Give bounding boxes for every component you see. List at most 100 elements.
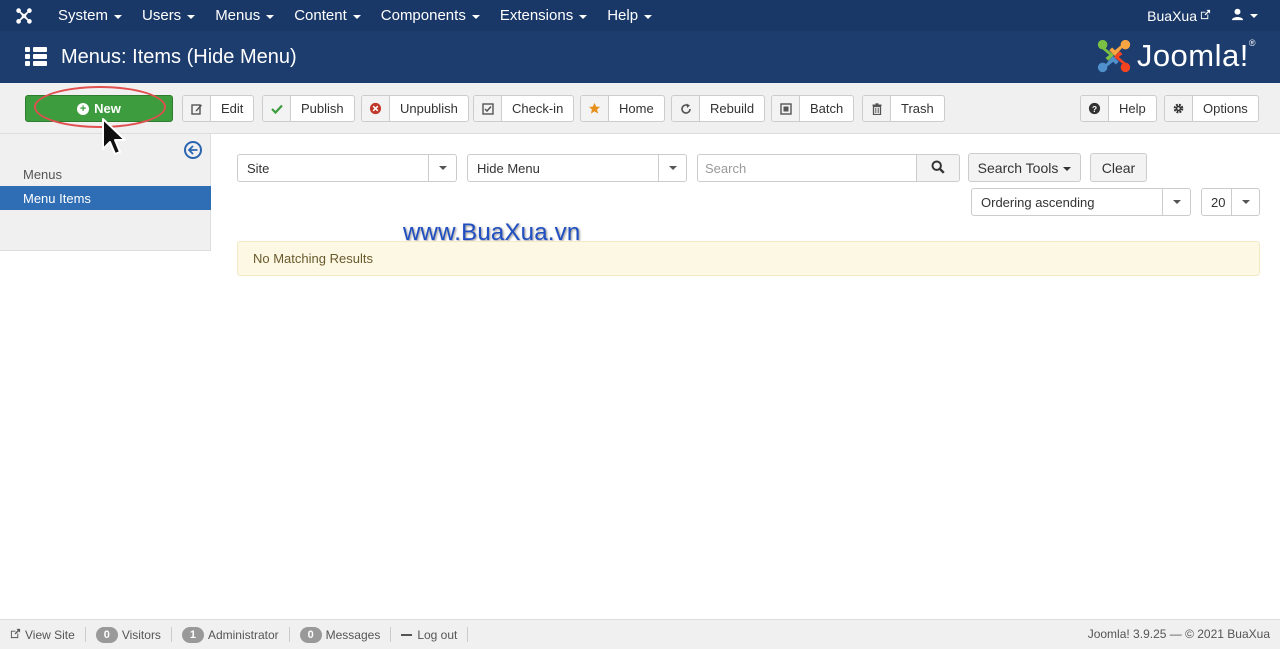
sidebar-item-menus[interactable]: Menus bbox=[0, 162, 211, 186]
search-tools-button[interactable]: Search Tools bbox=[968, 153, 1081, 182]
options-button[interactable]: Options bbox=[1164, 95, 1259, 122]
site-link[interactable]: BuaXua bbox=[1137, 8, 1221, 24]
checkbox-icon bbox=[474, 96, 502, 121]
menu-help[interactable]: Help bbox=[597, 0, 662, 31]
visitors-status[interactable]: 0 Visitors bbox=[86, 626, 172, 643]
site-link-label: BuaXua bbox=[1147, 7, 1197, 24]
messages-status[interactable]: 0 Messages bbox=[290, 626, 392, 643]
checkin-button[interactable]: Check-in bbox=[473, 95, 575, 122]
plus-circle-icon: + bbox=[77, 102, 90, 115]
search-icon bbox=[931, 160, 945, 177]
question-circle-icon: ? bbox=[1081, 96, 1109, 121]
caret-down-icon bbox=[187, 14, 196, 19]
collapse-sidebar-icon[interactable] bbox=[184, 141, 202, 159]
joomla-home-icon[interactable] bbox=[0, 0, 48, 31]
top-navbar: System Users Menus Content Components Ex… bbox=[0, 0, 1280, 31]
caret-down-icon bbox=[579, 14, 588, 19]
home-button[interactable]: Home bbox=[580, 95, 665, 122]
client-select[interactable]: Site bbox=[237, 154, 457, 182]
admin-label: Administrator bbox=[207, 627, 279, 642]
help-button[interactable]: ? Help bbox=[1080, 95, 1157, 122]
limit-select[interactable]: 20 bbox=[1201, 188, 1260, 216]
trash-icon bbox=[863, 96, 891, 121]
registered-mark: ® bbox=[1248, 38, 1256, 48]
batch-button[interactable]: Batch bbox=[771, 95, 855, 122]
menu-content[interactable]: Content bbox=[284, 0, 371, 31]
chevron-down-icon bbox=[1162, 189, 1190, 215]
caret-down-icon bbox=[114, 14, 123, 19]
menu-content-label: Content bbox=[294, 7, 347, 24]
rebuild-button-label: Rebuild bbox=[710, 101, 755, 116]
menu-select-value: Hide Menu bbox=[477, 160, 540, 176]
unpublish-button[interactable]: Unpublish bbox=[361, 95, 469, 122]
external-link-icon bbox=[10, 628, 21, 642]
sidebar-item-label: Menu Items bbox=[23, 190, 91, 206]
rebuild-button[interactable]: Rebuild bbox=[671, 95, 766, 122]
search-input[interactable] bbox=[697, 154, 917, 182]
administrator-status[interactable]: 1 Administrator bbox=[172, 626, 290, 643]
gear-icon bbox=[1165, 96, 1193, 121]
view-site-link[interactable]: View Site bbox=[0, 627, 86, 642]
caret-down-icon bbox=[266, 14, 275, 19]
client-select-value: Site bbox=[247, 160, 270, 176]
ordering-select-value: Ordering ascending bbox=[981, 194, 1095, 210]
menu-system-label: System bbox=[58, 7, 109, 24]
chevron-down-icon bbox=[428, 155, 456, 181]
help-button-label: Help bbox=[1119, 101, 1146, 116]
menu-users-label: Users bbox=[142, 7, 182, 24]
publish-button[interactable]: Publish bbox=[262, 95, 355, 122]
chevron-down-icon bbox=[1231, 189, 1259, 215]
messages-count-badge: 0 bbox=[299, 626, 322, 643]
visitors-label: Visitors bbox=[121, 627, 161, 642]
menu-components[interactable]: Components bbox=[371, 0, 490, 31]
no-results-message: No Matching Results bbox=[253, 251, 373, 266]
trash-button[interactable]: Trash bbox=[862, 95, 945, 122]
minus-icon bbox=[401, 633, 413, 636]
menu-menus-label: Menus bbox=[215, 7, 261, 24]
chevron-down-icon bbox=[658, 155, 686, 181]
clear-button[interactable]: Clear bbox=[1090, 153, 1147, 182]
trash-button-label: Trash bbox=[901, 101, 934, 116]
menu-users[interactable]: Users bbox=[132, 0, 205, 31]
caret-down-icon bbox=[1063, 166, 1072, 171]
no-results-alert: No Matching Results bbox=[237, 241, 1260, 276]
sidebar-item-label: Menus bbox=[23, 166, 63, 182]
menu-system[interactable]: System bbox=[48, 0, 132, 31]
toolbar: + New Edit Publish Unpublish Check-in Ho… bbox=[0, 83, 1280, 134]
visitors-count-badge: 0 bbox=[95, 626, 118, 643]
check-icon bbox=[263, 96, 291, 121]
publish-button-label: Publish bbox=[301, 101, 344, 116]
ordering-select[interactable]: Ordering ascending bbox=[971, 188, 1191, 216]
menu-select[interactable]: Hide Menu bbox=[467, 154, 687, 182]
logout-label: Log out bbox=[417, 627, 458, 642]
sidebar-item-menu-items[interactable]: Menu Items bbox=[0, 186, 211, 210]
joomla-brand-name: Joomla! bbox=[1136, 38, 1249, 73]
view-site-label: View Site bbox=[25, 627, 75, 642]
version-info: Joomla! 3.9.25 — © 2021 BuaXua bbox=[1087, 627, 1270, 641]
user-menu[interactable] bbox=[1221, 8, 1280, 24]
new-button[interactable]: + New bbox=[25, 95, 173, 122]
batch-square-icon bbox=[772, 96, 800, 121]
menu-extensions-label: Extensions bbox=[499, 7, 574, 24]
refresh-icon bbox=[672, 96, 700, 121]
menu-extensions[interactable]: Extensions bbox=[490, 0, 597, 31]
unpublish-button-label: Unpublish bbox=[400, 101, 458, 116]
logout-link[interactable]: Log out bbox=[391, 627, 469, 642]
cancel-circle-icon bbox=[362, 96, 390, 121]
caret-down-icon bbox=[352, 14, 361, 19]
caret-down-icon bbox=[471, 14, 480, 19]
edit-button[interactable]: Edit bbox=[182, 95, 255, 122]
limit-select-value: 20 bbox=[1211, 194, 1226, 210]
edit-icon bbox=[183, 96, 211, 121]
navbar-right: BuaXua bbox=[1137, 0, 1280, 31]
checkin-button-label: Check-in bbox=[512, 101, 564, 116]
star-icon bbox=[581, 96, 609, 121]
external-link-icon bbox=[1200, 9, 1211, 23]
page-header: Menus: Items (Hide Menu) Joomla!® bbox=[0, 31, 1280, 83]
menu-components-label: Components bbox=[380, 7, 466, 24]
sidebar: Menus Menu Items bbox=[0, 134, 211, 251]
search-button[interactable] bbox=[916, 154, 960, 182]
search-tools-label: Search Tools bbox=[977, 159, 1059, 176]
messages-label: Messages bbox=[325, 627, 381, 642]
menu-menus[interactable]: Menus bbox=[205, 0, 284, 31]
